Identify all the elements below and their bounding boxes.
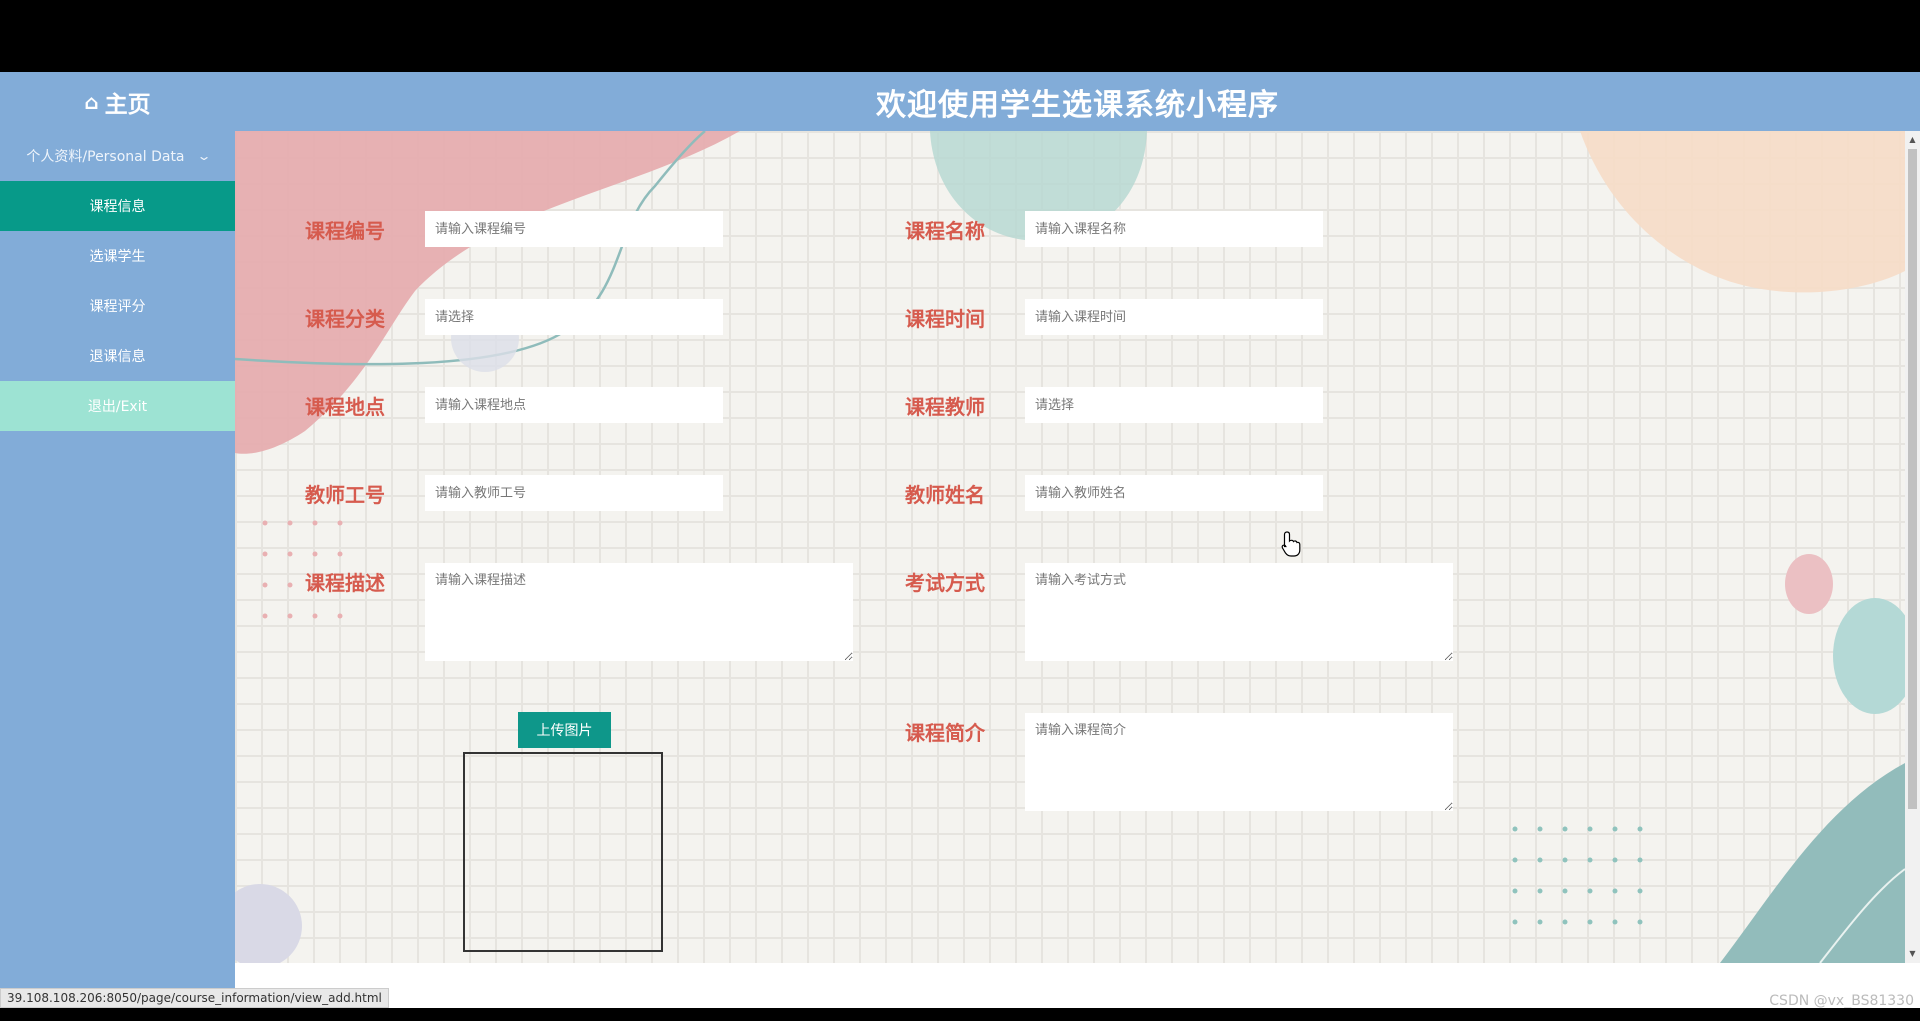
course-category-select[interactable] [425, 299, 723, 335]
chevron-down-icon: ⌄ [196, 149, 212, 163]
hand-cursor-icon [1281, 531, 1301, 557]
page-title: 欢迎使用学生选课系统小程序 [876, 87, 1279, 123]
sidebar-item-label: 退出/Exit [87, 399, 148, 415]
teacher-name-label: 教师姓名 [905, 483, 985, 507]
sidebar-item-course-rating[interactable]: 课程评分 [0, 281, 235, 331]
course-intro-textarea[interactable] [1025, 713, 1453, 811]
sidebar-item-enrolled-students[interactable]: 选课学生 [0, 231, 235, 281]
sidebar-item-label: 个人资料/Personal Data [26, 149, 185, 165]
teacher-id-label: 教师工号 [305, 483, 385, 507]
teacher-name-input[interactable] [1025, 475, 1323, 511]
course-name-label: 课程名称 [905, 219, 985, 243]
vertical-scrollbar[interactable]: ▲ ▼ [1905, 131, 1920, 963]
status-bar-url: 39.108.108.206:8050/page/course_informat… [0, 988, 389, 1008]
sidebar-item-label: 选课学生 [89, 249, 146, 265]
image-preview-box [463, 752, 663, 952]
watermark: CSDN @vx_BS81330 [1769, 993, 1914, 1008]
course-time-label: 课程时间 [905, 307, 985, 331]
main-content: 课程编号 课程名称 课程分类 课程时间 课程地点 课程教师 教师工号 教师姓名 … [235, 131, 1920, 963]
scrollbar-thumb[interactable] [1908, 149, 1917, 809]
home-label: 主页 [104, 91, 151, 118]
course-location-label: 课程地点 [305, 395, 385, 419]
course-location-input[interactable] [425, 387, 723, 423]
course-code-input[interactable] [425, 211, 723, 247]
course-category-label: 课程分类 [305, 307, 385, 331]
course-intro-label: 课程简介 [905, 721, 985, 745]
course-name-input[interactable] [1025, 211, 1323, 247]
home-link[interactable]: ⌂ 主页 [0, 72, 235, 131]
scroll-up-icon[interactable]: ▲ [1905, 133, 1920, 147]
sidebar-item-label: 课程信息 [89, 199, 146, 215]
course-description-textarea[interactable] [425, 563, 853, 661]
exam-method-textarea[interactable] [1025, 563, 1453, 661]
sidebar: 个人资料/Personal Data ⌄ 课程信息 选课学生 课程评分 退课信息… [0, 131, 235, 1008]
sidebar-item-personal-data[interactable]: 个人资料/Personal Data ⌄ [0, 131, 235, 181]
course-teacher-select[interactable] [1025, 387, 1323, 423]
sidebar-item-label: 退课信息 [89, 349, 146, 365]
top-header: ⌂ 主页 欢迎使用学生选课系统小程序 [0, 72, 1920, 131]
sidebar-item-exit[interactable]: 退出/Exit [0, 381, 235, 431]
course-code-label: 课程编号 [305, 219, 385, 243]
course-time-input[interactable] [1025, 299, 1323, 335]
teacher-id-input[interactable] [425, 475, 723, 511]
course-description-label: 课程描述 [305, 571, 385, 595]
bottom-letterbox [0, 1008, 1920, 1021]
home-icon: ⌂ [84, 89, 99, 114]
exam-method-label: 考试方式 [905, 571, 985, 595]
sidebar-item-drop-info[interactable]: 退课信息 [0, 331, 235, 381]
upload-image-button[interactable]: 上传图片 [518, 712, 611, 748]
sidebar-item-course-info[interactable]: 课程信息 [0, 181, 235, 231]
top-letterbox [0, 0, 1920, 72]
scroll-down-icon[interactable]: ▼ [1905, 947, 1920, 961]
course-teacher-label: 课程教师 [905, 395, 985, 419]
app-window: ⌂ 主页 欢迎使用学生选课系统小程序 个人资料/Personal Data ⌄ … [0, 72, 1920, 1008]
sidebar-item-label: 课程评分 [89, 299, 146, 315]
